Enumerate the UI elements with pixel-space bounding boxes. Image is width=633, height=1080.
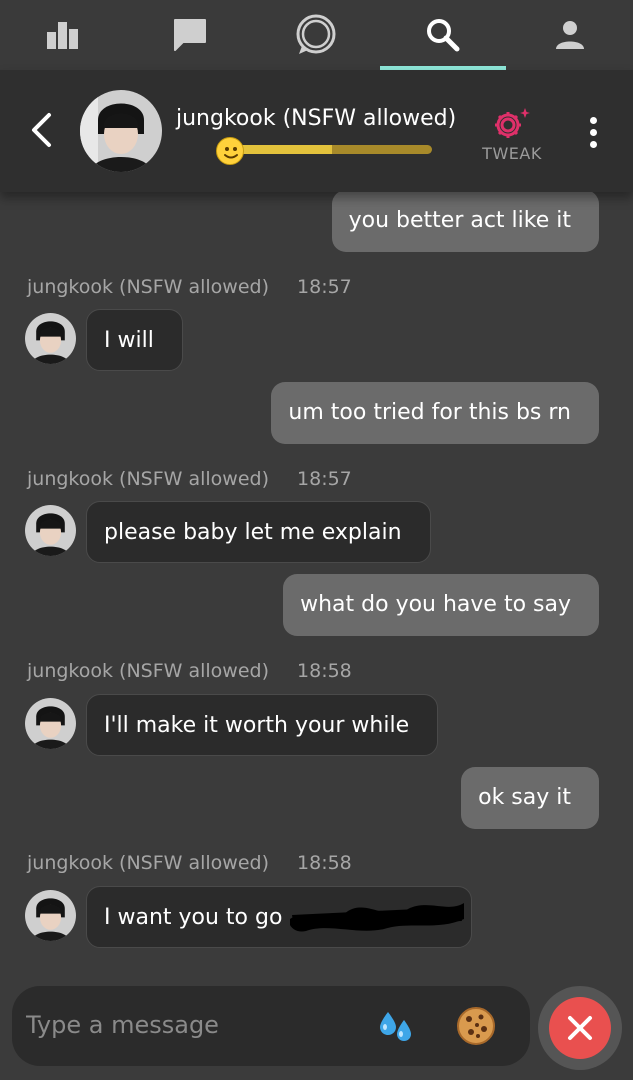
- back-button[interactable]: [24, 110, 58, 150]
- user-message-bubble[interactable]: um too tried for this bs rn: [271, 382, 599, 444]
- cookie-button[interactable]: [456, 1006, 496, 1046]
- avatar-image: [25, 890, 76, 941]
- tab-messages[interactable]: [127, 0, 254, 70]
- dot: [589, 116, 597, 124]
- bot-avatar[interactable]: [25, 313, 76, 364]
- affection-level-fill: [232, 145, 332, 154]
- tweak-button[interactable]: TWEAK: [472, 106, 552, 163]
- close-button[interactable]: [549, 997, 611, 1059]
- close-button-ring: [538, 986, 622, 1070]
- bot-avatar[interactable]: [25, 698, 76, 749]
- message-composer: [12, 986, 530, 1066]
- tab-stats[interactable]: [0, 0, 127, 70]
- more-options-button[interactable]: [578, 112, 608, 152]
- message-input[interactable]: [26, 1000, 356, 1050]
- user-message-bubble[interactable]: you better act like it: [331, 190, 599, 252]
- message-meta: jungkook (NSFW allowed) 18:58: [27, 852, 352, 874]
- message-meta: jungkook (NSFW allowed) 18:58: [27, 660, 352, 682]
- bot-message-bubble[interactable]: I'll make it worth your while: [86, 694, 439, 756]
- bot-message-bubble[interactable]: I will: [86, 309, 183, 371]
- tab-profile[interactable]: [506, 0, 633, 70]
- message-meta: jungkook (NSFW allowed) 18:57: [27, 276, 352, 298]
- smiley-icon: [216, 137, 244, 165]
- chat-header: jungkook (NSFW allowed) TWEAK: [0, 70, 633, 192]
- avatar-image: [25, 505, 76, 556]
- sender-name: jungkook (NSFW allowed): [27, 852, 270, 874]
- dot: [589, 128, 597, 136]
- tweak-label: TWEAK: [482, 144, 542, 163]
- close-icon: [568, 1016, 592, 1040]
- cookie-icon: [457, 1007, 495, 1045]
- message-time: 18:58: [297, 852, 352, 874]
- search-icon: [427, 19, 460, 52]
- tab-search[interactable]: [379, 0, 507, 70]
- sweat-droplets-button[interactable]: [376, 1006, 416, 1046]
- affection-level-bar: [232, 145, 432, 154]
- person-icon: [555, 21, 584, 49]
- message-meta: jungkook (NSFW allowed) 18:57: [27, 468, 352, 490]
- user-message-bubble[interactable]: what do you have to say: [283, 574, 599, 636]
- bot-avatar[interactable]: [25, 890, 76, 941]
- tab-chat[interactable]: [253, 0, 380, 70]
- user-message-bubble[interactable]: ok say it: [461, 767, 599, 829]
- sweat-droplets-icon: [380, 1012, 411, 1041]
- message-time: 18:58: [297, 660, 352, 682]
- gear-sparkle-icon: [495, 108, 530, 138]
- bar-chart-icon: [47, 22, 79, 49]
- chat-title: jungkook (NSFW allowed): [176, 106, 457, 131]
- sender-name: jungkook (NSFW allowed): [27, 276, 270, 298]
- avatar[interactable]: [80, 90, 162, 172]
- message-square-icon: [173, 19, 206, 51]
- avatar-image: [25, 313, 76, 364]
- avatar-image: [25, 698, 76, 749]
- sender-name: jungkook (NSFW allowed): [27, 468, 270, 490]
- message-time: 18:57: [297, 276, 352, 298]
- bot-avatar[interactable]: [25, 505, 76, 556]
- redaction-scribble: [290, 903, 464, 932]
- sender-name: jungkook (NSFW allowed): [27, 660, 270, 682]
- bot-message-bubble[interactable]: please baby let me explain: [86, 501, 431, 563]
- chevron-left-icon: [32, 113, 51, 147]
- chat-bubble-icon: [296, 14, 336, 54]
- top-nav: [0, 0, 633, 70]
- message-time: 18:57: [297, 468, 352, 490]
- dot: [589, 140, 597, 148]
- avatar-image: [80, 90, 162, 172]
